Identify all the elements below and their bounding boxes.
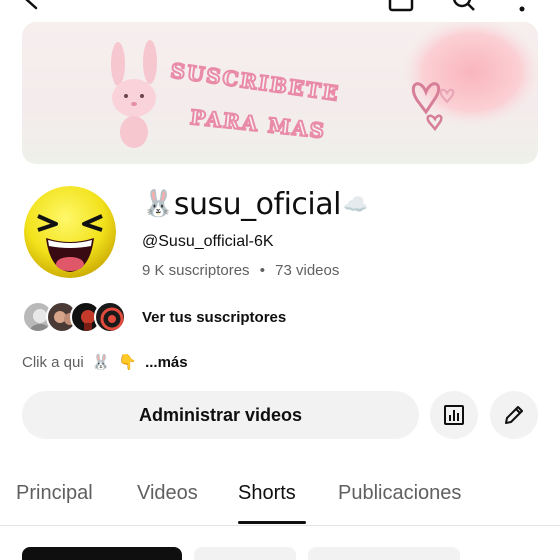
active-tab-indicator — [238, 521, 306, 524]
channel-description[interactable]: Clik a qui 🐰 👇 ...más — [22, 353, 188, 372]
tab-videos[interactable]: Videos — [137, 482, 198, 505]
cast-icon[interactable] — [388, 0, 414, 12]
stats-separator: • — [259, 262, 265, 279]
filter-chip[interactable] — [308, 547, 460, 560]
channel-tabs: Principal Videos Shorts Publicaciones — [0, 470, 560, 526]
channel-name: 🐰 susu_oficial ☁️ — [142, 184, 368, 224]
cloud-emoji: ☁️ — [342, 192, 368, 216]
subscriber-avatars[interactable] — [22, 300, 130, 334]
pencil-icon — [505, 406, 523, 424]
channel-avatar[interactable] — [24, 186, 116, 278]
filter-chip[interactable] — [194, 547, 296, 560]
description-more-link[interactable]: ...más — [145, 354, 188, 371]
search-icon[interactable] — [450, 0, 476, 12]
bunny-illustration — [111, 40, 157, 148]
filter-chip[interactable] — [22, 547, 182, 560]
edit-channel-button[interactable] — [490, 391, 538, 439]
channel-stats: 9 K suscriptores • 73 videos — [142, 262, 339, 279]
video-count: 73 videos — [275, 262, 340, 279]
description-text: Clik a qui — [22, 353, 84, 371]
channel-name-text: susu_oficial — [173, 186, 342, 222]
analytics-icon — [444, 405, 464, 425]
subscriber-count: 9 K suscriptores — [142, 262, 250, 279]
rabbit-emoji: 🐰 — [142, 189, 174, 219]
subscribers-preview[interactable] — [22, 300, 130, 334]
analytics-button[interactable] — [430, 391, 478, 439]
pointing-down-emoji: 👇 — [118, 354, 138, 371]
more-vert-icon[interactable] — [516, 0, 528, 12]
view-subscribers-link[interactable]: Ver tus suscriptores — [142, 309, 286, 326]
back-arrow-icon[interactable] — [20, 0, 44, 12]
channel-banner: SUSCRIBETE PARA MAS — [22, 22, 538, 164]
tab-publicaciones[interactable]: Publicaciones — [338, 482, 461, 505]
manage-videos-button[interactable]: Administrar videos — [22, 391, 419, 439]
rabbit-emoji: 🐰 — [91, 354, 111, 371]
channel-handle: @Susu_official-6K — [142, 233, 274, 250]
subscriber-avatar — [94, 301, 126, 333]
top-app-bar — [0, 0, 560, 12]
tab-principal[interactable]: Principal — [16, 482, 93, 505]
tab-shorts[interactable]: Shorts — [238, 482, 296, 505]
